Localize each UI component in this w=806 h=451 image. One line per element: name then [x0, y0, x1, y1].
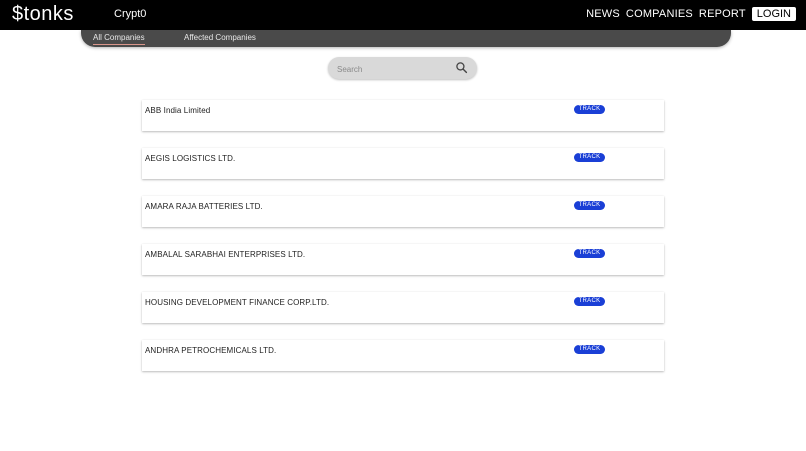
nav-links: NEWS COMPANIES REPORT LOGIN	[586, 7, 796, 21]
search-input[interactable]	[335, 61, 449, 77]
track-button[interactable]: TRACK	[574, 201, 605, 210]
brand-logo[interactable]: $tonks	[12, 3, 74, 26]
company-name: ANDHRA PETROCHEMICALS LTD.	[145, 346, 277, 355]
company-card[interactable]: AMBALAL SARABHAI ENTERPRISES LTD. TRACK	[142, 244, 664, 275]
nav-news-link[interactable]: NEWS	[586, 8, 620, 20]
top-navbar: $tonks Crypt0 NEWS COMPANIES REPORT LOGI…	[0, 0, 806, 30]
nav-companies-link[interactable]: COMPANIES	[626, 8, 693, 20]
company-card[interactable]: ANDHRA PETROCHEMICALS LTD. TRACK	[142, 340, 664, 371]
company-filter-tabs: All Companies Affected Companies	[81, 30, 731, 47]
track-button[interactable]: TRACK	[574, 345, 605, 354]
track-button[interactable]: TRACK	[574, 249, 605, 258]
crypto-link[interactable]: Crypt0	[114, 8, 146, 20]
company-card[interactable]: HOUSING DEVELOPMENT FINANCE CORP.LTD. TR…	[142, 292, 664, 323]
company-card[interactable]: AMARA RAJA BATTERIES LTD. TRACK	[142, 196, 664, 227]
nav-report-link[interactable]: REPORT	[699, 8, 746, 20]
company-list: ABB India Limited TRACK AEGIS LOGISTICS …	[142, 100, 664, 388]
track-button[interactable]: TRACK	[574, 153, 605, 162]
company-name: AEGIS LOGISTICS LTD.	[145, 154, 236, 163]
company-card[interactable]: ABB India Limited TRACK	[142, 100, 664, 131]
tab-all-companies[interactable]: All Companies	[93, 33, 145, 45]
login-button[interactable]: LOGIN	[751, 7, 796, 21]
company-name: HOUSING DEVELOPMENT FINANCE CORP.LTD.	[145, 298, 330, 307]
company-name: ABB India Limited	[145, 106, 211, 115]
company-card[interactable]: AEGIS LOGISTICS LTD. TRACK	[142, 148, 664, 179]
company-name: AMBALAL SARABHAI ENTERPRISES LTD.	[145, 250, 306, 259]
search-icon[interactable]	[455, 61, 468, 74]
tab-affected-companies[interactable]: Affected Companies	[184, 33, 256, 42]
company-name: AMARA RAJA BATTERIES LTD.	[145, 202, 263, 211]
track-button[interactable]: TRACK	[574, 297, 605, 306]
track-button[interactable]: TRACK	[574, 105, 605, 114]
search-bar	[328, 57, 477, 79]
